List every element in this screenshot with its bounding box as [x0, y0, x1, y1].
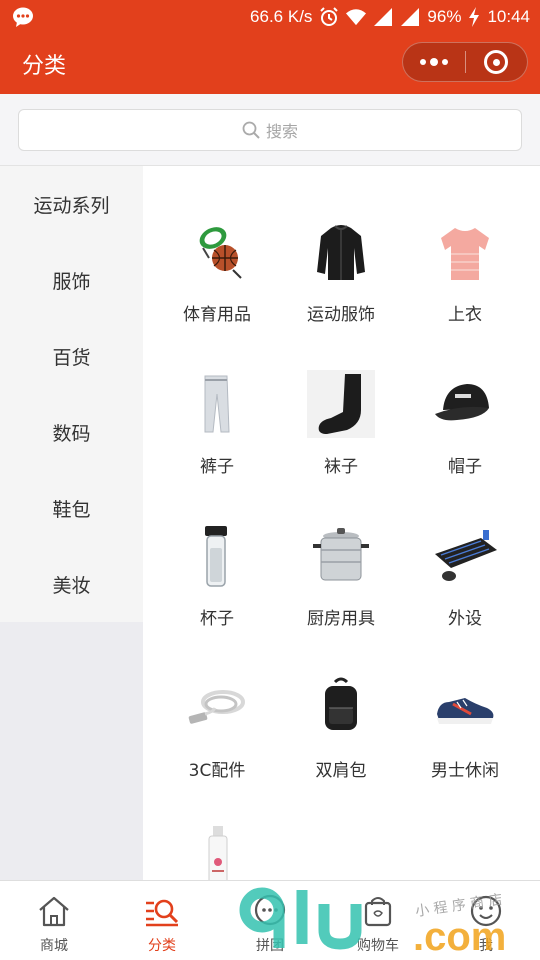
- subcategory-grid: 体育用品 运动服饰 上衣 裤子 袜子 帽子 杯子 厨房用具 外设 3C配件 双肩…: [143, 166, 540, 880]
- grid-item-mens-casual[interactable]: 男士休闲: [403, 646, 527, 796]
- sidebar-item-sports[interactable]: 运动系列: [0, 166, 143, 242]
- tab-group-buy[interactable]: 拼团: [216, 881, 324, 960]
- mini-program-capsule: [402, 42, 528, 82]
- tab-label: 分类: [148, 938, 176, 954]
- tab-label: 商城: [40, 938, 68, 954]
- status-bar: 66.6 K/s 96% 10:44: [0, 0, 540, 34]
- grid-item-label: 杯子: [200, 609, 234, 629]
- grid-item-label: 外设: [448, 609, 482, 629]
- grid-item-socks[interactable]: 袜子: [279, 342, 403, 492]
- sports-goods-icon: [199, 227, 242, 279]
- sidebar-item-label: 数码: [52, 422, 91, 445]
- pants-icon: [204, 375, 230, 433]
- network-speed: 66.6 K/s: [250, 7, 313, 26]
- grid-item-sports-apparel[interactable]: 运动服饰: [279, 190, 403, 340]
- search-bar-area: 搜索: [0, 94, 540, 166]
- search-placeholder: 搜索: [265, 122, 298, 141]
- grid-item-kitchenware[interactable]: 厨房用具: [279, 494, 403, 644]
- sidebar-item-label: 服饰: [52, 270, 91, 293]
- grid-item-label: 裤子: [200, 457, 234, 477]
- sidebar-item-shoes-bags[interactable]: 鞋包: [0, 470, 143, 546]
- sidebar-item-beauty[interactable]: 美妆: [0, 546, 143, 622]
- grid-item-tops[interactable]: 上衣: [403, 190, 527, 340]
- sock-icon: [307, 370, 375, 438]
- notification-bubble-icon: [13, 7, 33, 27]
- sidebar-item-label: 运动系列: [33, 194, 110, 217]
- grid-item-label: 双肩包: [315, 761, 367, 781]
- more-menu-button[interactable]: [403, 42, 465, 82]
- category-search-icon: [146, 899, 179, 927]
- target-ring-icon: [484, 50, 509, 74]
- page-title: 分类: [22, 54, 67, 79]
- bottom-tab-bar: 商城 分类 拼团 购物车 我: [0, 880, 540, 960]
- search-icon: [242, 121, 260, 139]
- sidebar-item-label: 百货: [52, 346, 91, 369]
- signal-icon: [374, 8, 393, 26]
- wifi-icon: [346, 9, 367, 26]
- cap-icon: [435, 384, 489, 421]
- grid-item-label: 袜子: [324, 457, 358, 477]
- category-sidebar: 运动系列 服饰 百货 数码 鞋包 美妆: [0, 166, 143, 622]
- sidebar-item-general-goods[interactable]: 百货: [0, 318, 143, 394]
- sports-jacket-icon: [317, 225, 365, 280]
- tab-cart[interactable]: 购物车: [324, 881, 432, 960]
- tab-category[interactable]: 分类: [108, 881, 216, 960]
- home-icon: [39, 896, 69, 927]
- grid-item-label: 3C配件: [188, 761, 246, 781]
- grid-item-label: 运动服饰: [307, 305, 375, 325]
- tab-label: 我: [479, 938, 493, 954]
- chat-group-icon: [254, 894, 286, 926]
- nav-header: 分类: [0, 34, 540, 94]
- tab-me[interactable]: 我: [432, 881, 540, 960]
- pot-icon: [313, 528, 369, 581]
- grid-item-peripherals[interactable]: 外设: [403, 494, 527, 644]
- battery-percent: 96%: [427, 7, 462, 26]
- clock-time: 10:44: [487, 7, 530, 26]
- sidebar-empty-area: [0, 622, 143, 880]
- cable-icon: [188, 690, 245, 724]
- close-mini-program-button[interactable]: [465, 42, 527, 82]
- grid-item-3c-accessories[interactable]: 3C配件: [155, 646, 279, 796]
- sidebar-item-label: 美妆: [52, 574, 91, 597]
- sidebar-item-label: 鞋包: [52, 498, 91, 521]
- keyboard-icon: [435, 530, 497, 581]
- sidebar-item-apparel[interactable]: 服饰: [0, 242, 143, 318]
- sidebar-item-digital[interactable]: 数码: [0, 394, 143, 470]
- bottle-icon: [205, 526, 227, 587]
- grid-item-sports-goods[interactable]: 体育用品: [155, 190, 279, 340]
- search-input[interactable]: 搜索: [18, 109, 522, 151]
- grid-item-hats[interactable]: 帽子: [403, 342, 527, 492]
- grid-item-cosmetics[interactable]: [155, 798, 279, 880]
- grid-item-backpack[interactable]: 双肩包: [279, 646, 403, 796]
- signal-icon: [401, 8, 420, 26]
- top-shirt-icon: [441, 228, 489, 280]
- sneaker-icon: [437, 698, 494, 724]
- face-icon: [470, 895, 502, 927]
- shopping-bag-icon: [364, 897, 392, 927]
- alarm-icon: [320, 7, 339, 26]
- grid-item-label: 体育用品: [183, 305, 251, 325]
- grid-item-label: 上衣: [448, 305, 482, 325]
- charging-bolt-icon: [469, 7, 480, 27]
- grid-item-pants[interactable]: 裤子: [155, 342, 279, 492]
- cosmetic-bottle-icon: [208, 826, 228, 880]
- grid-item-label: 厨房用具: [307, 609, 375, 629]
- grid-item-cups[interactable]: 杯子: [155, 494, 279, 644]
- tab-label: 拼团: [256, 938, 284, 954]
- grid-item-label: 男士休闲: [431, 761, 499, 781]
- grid-item-label: 帽子: [448, 457, 482, 477]
- tab-mall[interactable]: 商城: [0, 881, 108, 960]
- tab-label: 购物车: [357, 938, 399, 954]
- backpack-icon: [325, 677, 357, 730]
